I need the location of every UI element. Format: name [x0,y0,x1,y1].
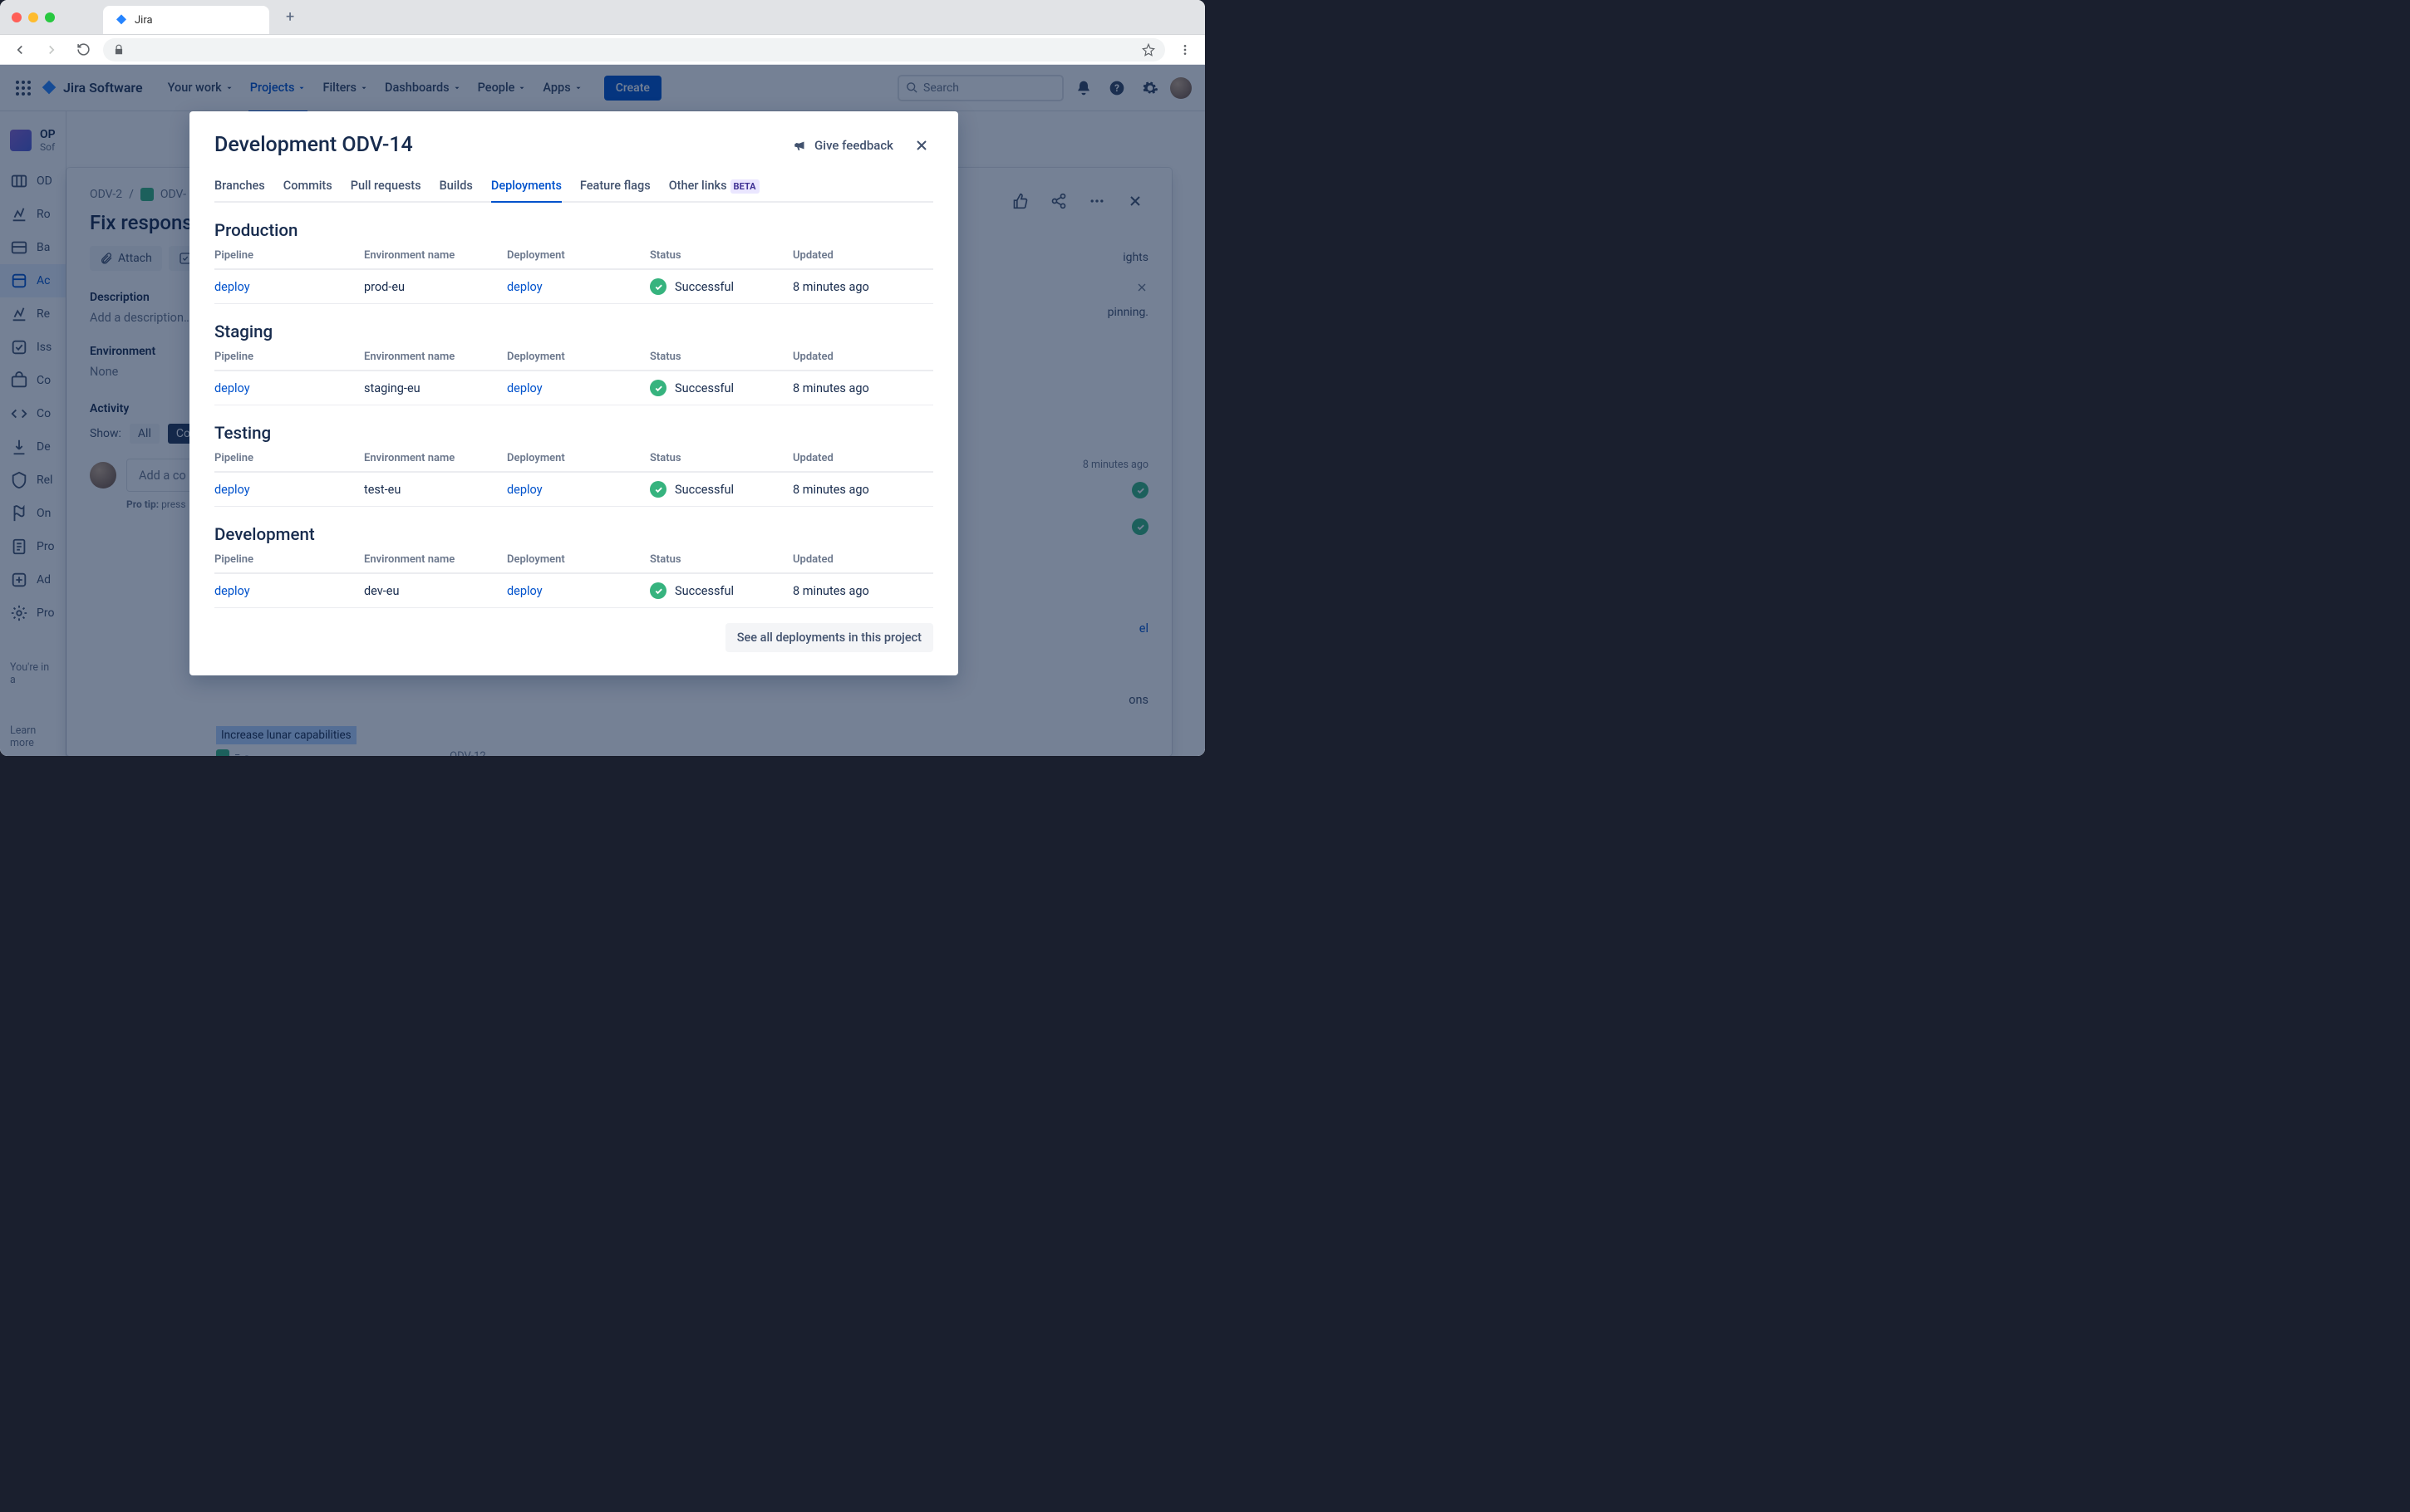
back-button[interactable] [8,38,32,61]
close-window-button[interactable] [12,12,22,22]
deployment-link[interactable]: deploy [507,483,650,497]
lock-icon [113,44,125,56]
success-icon [650,481,666,498]
success-icon [650,380,666,396]
env-title: Testing [214,424,933,444]
tab-builds[interactable]: Builds [440,172,473,201]
browser-tab[interactable]: Jira [103,6,269,34]
megaphone-icon [793,138,808,153]
table-header: PipelineEnvironment nameDeploymentStatus… [214,550,933,574]
browser-toolbar [0,35,1205,65]
env-section-staging: Staging PipelineEnvironment nameDeploymen… [214,322,933,405]
updated-time: 8 minutes ago [793,381,933,395]
modal-close-button[interactable] [910,134,933,157]
browser-tab-title: Jira [135,14,153,27]
env-name: prod-eu [364,280,507,294]
table-header: PipelineEnvironment nameDeploymentStatus… [214,449,933,473]
jira-favicon-icon [115,13,128,27]
development-modal: Development ODV-14 Give feedback Branche… [189,111,958,675]
env-title: Development [214,525,933,545]
pipeline-link[interactable]: deploy [214,280,364,294]
tab-pull-requests[interactable]: Pull requests [351,172,421,201]
env-section-testing: Testing PipelineEnvironment nameDeploymen… [214,424,933,507]
url-bar[interactable] [103,38,1165,61]
table-row: deploystaging-eudeploySuccessful8 minute… [214,371,933,405]
status-cell: Successful [650,582,793,599]
beta-badge: BETA [730,179,760,194]
status-cell: Successful [650,278,793,295]
pipeline-link[interactable]: deploy [214,381,364,395]
modal-header: Development ODV-14 Give feedback [214,133,933,157]
tab-deployments[interactable]: Deployments [491,172,562,201]
tab-commits[interactable]: Commits [283,172,332,201]
table-header: PipelineEnvironment nameDeploymentStatus… [214,246,933,270]
table-row: deploytest-eudeploySuccessful8 minutes a… [214,473,933,507]
env-name: staging-eu [364,381,507,395]
new-tab-button[interactable]: + [286,8,294,26]
deployment-link[interactable]: deploy [507,381,650,395]
updated-time: 8 minutes ago [793,280,933,294]
env-section-development: Development PipelineEnvironment nameDeplo… [214,525,933,608]
browser-titlebar: Jira + [0,0,1205,35]
status-cell: Successful [650,481,793,498]
star-icon[interactable] [1142,43,1155,56]
env-title: Staging [214,322,933,342]
env-name: test-eu [364,483,507,497]
window-controls [12,12,55,22]
table-row: deploydev-eudeploySuccessful8 minutes ag… [214,574,933,608]
pipeline-link[interactable]: deploy [214,584,364,598]
table-header: PipelineEnvironment nameDeploymentStatus… [214,347,933,371]
modal-tabs: Branches Commits Pull requests Builds Deploy… [214,172,933,203]
browser-window: Jira + Jira Software Your work Projects … [0,0,1205,756]
reload-button[interactable] [71,38,95,61]
updated-time: 8 minutes ago [793,584,933,598]
tab-other-links[interactable]: Other linksBETA [669,172,760,201]
updated-time: 8 minutes ago [793,483,933,497]
forward-button[interactable] [40,38,63,61]
browser-menu-button[interactable] [1173,38,1197,61]
success-icon [650,278,666,295]
deployment-link[interactable]: deploy [507,584,650,598]
tab-feature-flags[interactable]: Feature flags [580,172,651,201]
minimize-window-button[interactable] [28,12,38,22]
env-section-production: Production PipelineEnvironment nameDeploy… [214,221,933,304]
table-row: deployprod-eudeploySuccessful8 minutes a… [214,270,933,304]
modal-title: Development ODV-14 [214,133,413,157]
pipeline-link[interactable]: deploy [214,483,364,497]
env-title: Production [214,221,933,241]
tab-branches[interactable]: Branches [214,172,265,201]
deployment-link[interactable]: deploy [507,280,650,294]
maximize-window-button[interactable] [45,12,55,22]
status-cell: Successful [650,380,793,396]
see-all-deployments-button[interactable]: See all deployments in this project [725,623,933,652]
success-icon [650,582,666,599]
env-name: dev-eu [364,584,507,598]
give-feedback-button[interactable]: Give feedback [793,138,893,153]
